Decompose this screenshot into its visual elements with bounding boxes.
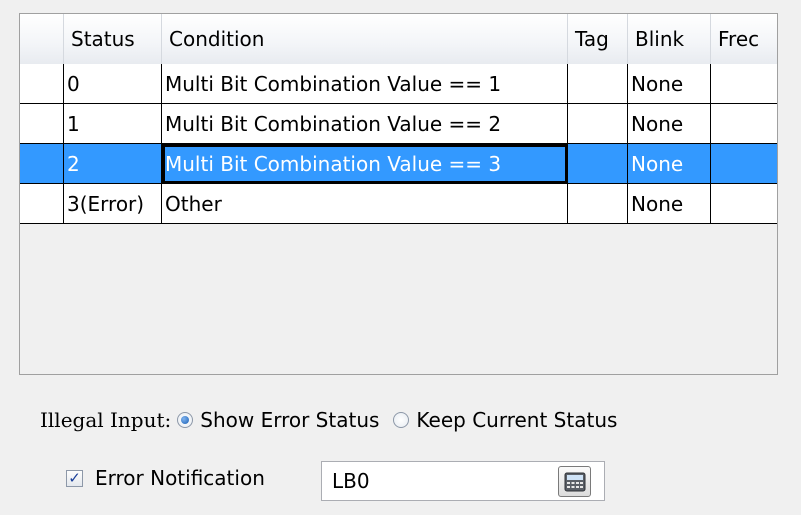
blink-cell[interactable]: None	[628, 184, 711, 224]
frequency-cell[interactable]	[711, 104, 777, 144]
condition-cell[interactable]: Multi Bit Combination Value == 3	[162, 144, 568, 184]
header-condition[interactable]: Condition	[162, 14, 568, 64]
tag-cell[interactable]	[568, 184, 628, 224]
show-error-status-label[interactable]: Show Error Status	[200, 408, 379, 432]
table-row-selected[interactable]: 2 Multi Bit Combination Value == 3 None	[20, 144, 777, 184]
blink-cell[interactable]: None	[628, 144, 711, 184]
blink-cell[interactable]: None	[628, 64, 711, 104]
header-blink[interactable]: Blink	[628, 14, 711, 64]
keep-current-status-label[interactable]: Keep Current Status	[416, 408, 617, 432]
header-status[interactable]: Status	[64, 14, 162, 64]
illegal-input-label: Illegal Input:	[40, 408, 172, 432]
row-selector[interactable]	[20, 64, 64, 104]
condition-cell[interactable]: Multi Bit Combination Value == 1	[162, 64, 568, 104]
error-notification-group: ✓ Error Notification	[66, 458, 265, 498]
keep-current-status-radio[interactable]	[393, 412, 410, 428]
grid-header: Status Condition Tag Blink Frec	[20, 14, 777, 65]
frequency-cell[interactable]	[711, 184, 777, 224]
row-selector[interactable]	[20, 144, 64, 184]
row-selector[interactable]	[20, 184, 64, 224]
condition-cell[interactable]: Other	[162, 184, 568, 224]
status-cell[interactable]: 3(Error)	[64, 184, 162, 224]
row-selector[interactable]	[20, 104, 64, 144]
header-row-selector	[20, 14, 64, 64]
status-grid[interactable]: Status Condition Tag Blink Frec 0 Multi …	[19, 13, 778, 375]
header-frequency[interactable]: Frec	[711, 14, 777, 64]
header-tag[interactable]: Tag	[568, 14, 628, 64]
illegal-input-group: Illegal Input: Show Error Status Keep Cu…	[40, 400, 631, 440]
tag-cell[interactable]	[568, 64, 628, 104]
tag-cell[interactable]	[568, 104, 628, 144]
table-row[interactable]: 0 Multi Bit Combination Value == 1 None	[20, 64, 777, 104]
frequency-cell[interactable]	[711, 64, 777, 104]
frequency-cell[interactable]	[711, 144, 777, 184]
status-cell[interactable]: 0	[64, 64, 162, 104]
status-cell[interactable]: 1	[64, 104, 162, 144]
status-cell[interactable]: 2	[64, 144, 162, 184]
table-row[interactable]: 3(Error) Other None	[20, 184, 777, 224]
tag-cell[interactable]	[568, 144, 628, 184]
address-picker-button[interactable]	[558, 466, 591, 497]
blink-cell[interactable]: None	[628, 104, 711, 144]
condition-cell[interactable]: Multi Bit Combination Value == 2	[162, 104, 568, 144]
error-notification-label[interactable]: Error Notification	[95, 466, 265, 490]
error-notification-checkbox[interactable]: ✓	[66, 469, 83, 487]
table-row[interactable]: 1 Multi Bit Combination Value == 2 None	[20, 104, 777, 144]
show-error-status-radio[interactable]	[177, 412, 194, 428]
calculator-icon	[564, 472, 585, 491]
